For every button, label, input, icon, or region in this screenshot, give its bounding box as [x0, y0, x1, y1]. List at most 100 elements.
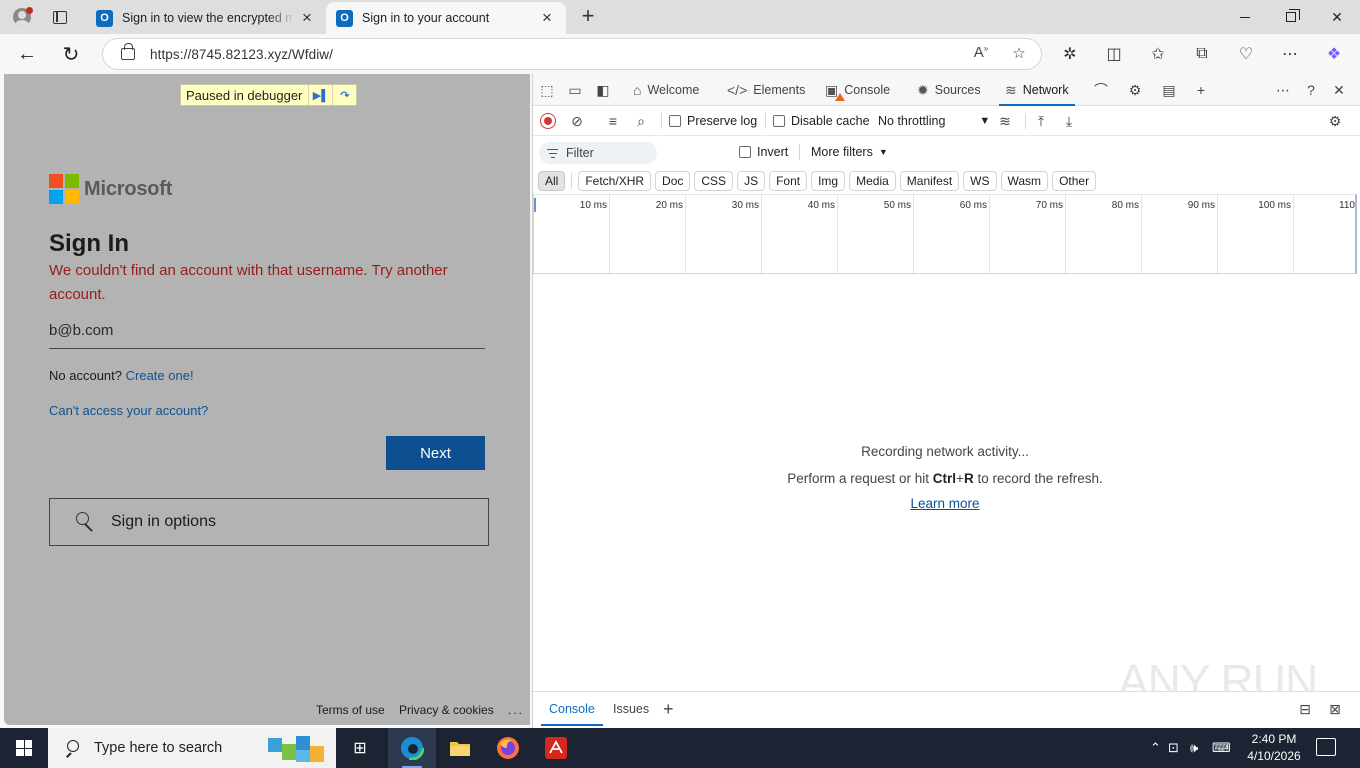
dropdown-arrow-icon: ▼: [979, 115, 991, 127]
extensions-icon[interactable]: ✲: [1048, 40, 1092, 68]
taskbar-firefox[interactable]: [484, 728, 532, 768]
more-filters-dropdown[interactable]: More filters ▼: [811, 142, 888, 162]
task-view-button[interactable]: ⊞: [336, 728, 384, 768]
network-overview-timeline[interactable]: 10 ms 20 ms 30 ms 40 ms 50 ms 60 ms 70 m…: [533, 194, 1357, 275]
close-tab-icon[interactable]: ×: [538, 9, 556, 27]
network-conditions-icon[interactable]: ≋: [993, 110, 1017, 132]
filter-chip-doc[interactable]: Doc: [655, 171, 691, 191]
more-tools-icon[interactable]: +: [1189, 79, 1213, 101]
disable-cache-checkbox[interactable]: Disable cache: [773, 111, 870, 131]
code-icon: </>: [727, 82, 748, 98]
dock-sidebar-icon[interactable]: ◧: [591, 79, 615, 101]
taskbar-edge[interactable]: [388, 728, 436, 768]
start-button[interactable]: [0, 728, 48, 768]
dock-drawer-icon[interactable]: ⊟: [1293, 698, 1317, 720]
restore-button[interactable]: [1268, 0, 1314, 34]
show-hidden-icons-icon[interactable]: ⌃: [1150, 740, 1168, 756]
notifications-icon[interactable]: [1316, 738, 1336, 756]
taskbar-search-box[interactable]: Type here to search: [48, 728, 336, 768]
filter-chip-other[interactable]: Other: [1052, 171, 1097, 191]
resume-icon[interactable]: ▶▌: [308, 85, 332, 105]
sign-in-options-button[interactable]: Sign in options: [49, 498, 489, 546]
create-account-link[interactable]: Create one!: [126, 368, 194, 383]
site-info-icon[interactable]: [121, 43, 135, 60]
filter-chip-manifest[interactable]: Manifest: [899, 171, 960, 191]
split-screen-icon[interactable]: ◫: [1092, 40, 1136, 68]
more-menu-icon[interactable]: ⋯: [1268, 40, 1312, 68]
cant-access-link[interactable]: Can't access your account?: [49, 403, 208, 418]
learn-more-link[interactable]: Learn more: [910, 496, 979, 511]
favorite-star-icon[interactable]: ☆: [1009, 44, 1029, 62]
drawer-tab-issues[interactable]: Issues: [613, 692, 649, 726]
close-window-button[interactable]: ✕: [1314, 0, 1360, 34]
step-over-icon[interactable]: ↷: [332, 85, 356, 105]
filter-chip-media[interactable]: Media: [849, 171, 896, 191]
search-icon[interactable]: ⌕: [629, 110, 653, 132]
checkbox-icon[interactable]: [669, 115, 681, 127]
add-drawer-tab-icon[interactable]: +: [663, 692, 674, 726]
import-har-icon[interactable]: ⤒: [1029, 110, 1053, 132]
profile-icon[interactable]: [8, 4, 36, 30]
close-tab-icon[interactable]: ×: [298, 9, 316, 27]
email-field[interactable]: b@b.com: [49, 322, 485, 349]
privacy-link[interactable]: Privacy & cookies: [399, 703, 494, 717]
volume-icon[interactable]: 🕪︎: [1190, 740, 1212, 756]
browser-tab-signin[interactable]: O Sign in to your account ×: [326, 2, 566, 34]
device-emulation-icon[interactable]: ▭: [563, 79, 587, 101]
tab-actions-icon[interactable]: [46, 4, 74, 30]
invert-checkbox[interactable]: Invert: [739, 142, 788, 162]
preserve-log-checkbox[interactable]: Preserve log: [669, 111, 757, 131]
taskbar-acrobat[interactable]: [532, 728, 580, 768]
checkbox-icon[interactable]: [773, 115, 785, 127]
filter-chip-img[interactable]: Img: [811, 171, 846, 191]
customize-menu-icon[interactable]: ⋯: [1271, 79, 1295, 101]
collections-icon[interactable]: ⧉: [1180, 40, 1224, 68]
network-settings-icon[interactable]: ⚙: [1323, 110, 1347, 132]
favorites-icon[interactable]: ✩: [1136, 40, 1180, 68]
close-devtools-icon[interactable]: ✕: [1327, 79, 1351, 101]
browser-essentials-icon[interactable]: ♡: [1224, 40, 1268, 68]
filter-chip-ws[interactable]: WS: [963, 171, 997, 191]
microsoft-logo-icon: [49, 174, 79, 204]
performance-icon[interactable]: ⌒: [1089, 79, 1113, 101]
tab-console[interactable]: ▣ Console: [825, 74, 890, 106]
export-har-icon[interactable]: ⤓: [1057, 110, 1081, 132]
tab-welcome[interactable]: ⌂ Welcome: [633, 74, 699, 106]
close-drawer-icon[interactable]: ⊠: [1323, 698, 1347, 720]
filter-chip-font[interactable]: Font: [769, 171, 808, 191]
filter-input[interactable]: Filter: [539, 142, 657, 164]
checkbox-icon[interactable]: [739, 146, 751, 158]
drawer-tab-console[interactable]: Console: [541, 692, 603, 726]
new-tab-button[interactable]: +: [574, 4, 602, 30]
tab-elements[interactable]: </> Elements: [727, 74, 805, 106]
filter-toggle-icon[interactable]: ≡: [601, 110, 625, 132]
throttling-select[interactable]: No throttling ▼: [878, 111, 990, 131]
tab-network[interactable]: ≋ Network: [999, 74, 1075, 106]
footer-more-button[interactable]: ...: [508, 703, 524, 717]
clear-icon[interactable]: ⊘: [565, 110, 589, 132]
browser-tab-encrypted[interactable]: O Sign in to view the encrypted message …: [86, 2, 326, 34]
record-icon[interactable]: [540, 113, 556, 129]
tab-sources[interactable]: ✹ Sources: [917, 74, 981, 106]
memory-icon[interactable]: ⚙: [1123, 79, 1147, 101]
network-tray-icon[interactable]: ⊡: [1168, 740, 1190, 756]
input-indicator-icon[interactable]: ⌨︎: [1212, 740, 1234, 756]
help-icon[interactable]: ?: [1299, 79, 1323, 101]
back-button[interactable]: ←: [12, 40, 42, 68]
filter-chip-fetch-xhr[interactable]: Fetch/XHR: [578, 171, 652, 191]
terms-link[interactable]: Terms of use: [316, 703, 385, 717]
filter-chip-wasm[interactable]: Wasm: [1000, 171, 1049, 191]
filter-chip-js[interactable]: JS: [737, 171, 766, 191]
filter-chip-all[interactable]: All: [538, 171, 566, 191]
reload-button[interactable]: ↻: [56, 40, 86, 68]
application-icon[interactable]: ▤: [1157, 79, 1181, 101]
filter-chip-css[interactable]: CSS: [694, 171, 734, 191]
address-bar[interactable]: https://8745.82123.xyz/Wfdiw/ A» ☆: [102, 38, 1042, 70]
next-button[interactable]: Next: [386, 436, 485, 470]
taskbar-file-explorer[interactable]: [436, 728, 484, 768]
read-aloud-icon[interactable]: A»: [971, 44, 991, 62]
taskbar-clock[interactable]: 2:40 PM 4/10/2026: [1238, 731, 1310, 765]
inspect-element-icon[interactable]: ⬚: [535, 79, 559, 101]
minimize-button[interactable]: [1222, 0, 1268, 34]
copilot-icon[interactable]: ❖: [1312, 40, 1356, 68]
